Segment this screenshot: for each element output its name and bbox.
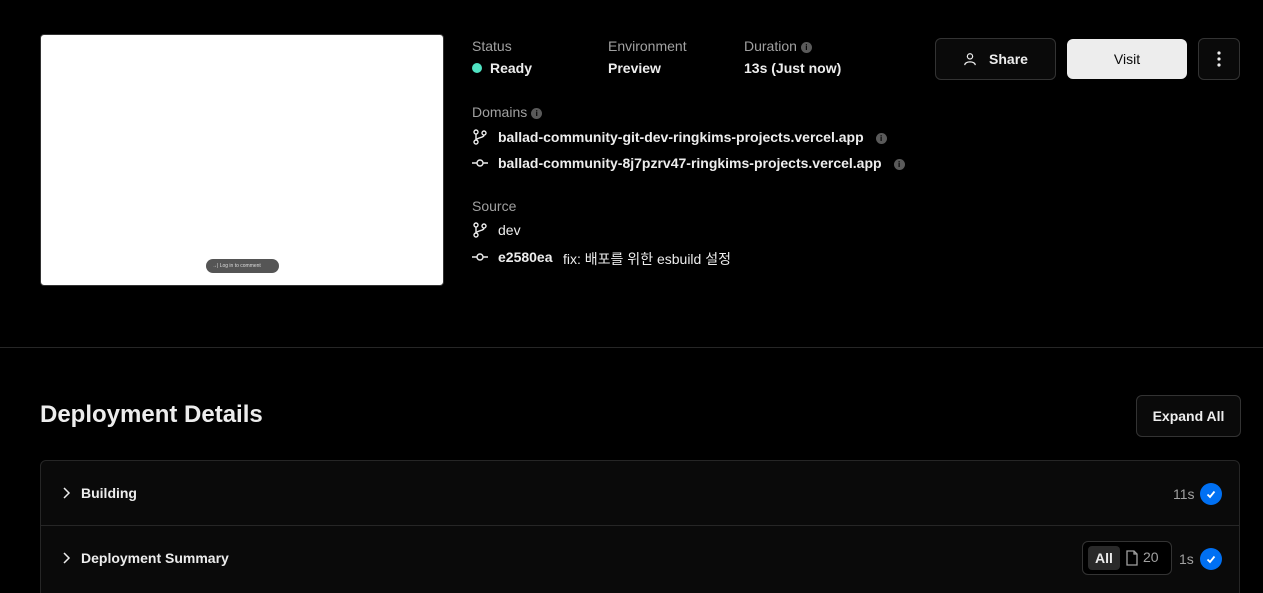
deployment-preview[interactable]: →| Log in to comment bbox=[40, 34, 444, 286]
environment-value: Preview bbox=[608, 60, 661, 76]
visit-button[interactable]: Visit bbox=[1067, 39, 1187, 79]
check-circle-icon bbox=[1200, 483, 1222, 505]
expand-all-button[interactable]: Expand All bbox=[1136, 395, 1241, 437]
row-label: Deployment Summary bbox=[81, 550, 229, 566]
more-options-button[interactable] bbox=[1198, 38, 1240, 80]
info-icon[interactable]: i bbox=[800, 42, 812, 53]
row-time: 11s bbox=[1173, 486, 1195, 502]
chevron-right-icon bbox=[63, 552, 71, 564]
status-label: Status bbox=[472, 38, 512, 54]
domain-url[interactable]: ballad-community-8j7pzrv47-ringkims-proj… bbox=[498, 155, 882, 171]
info-icon[interactable]: i bbox=[531, 108, 543, 119]
domains-label: Domains i bbox=[472, 104, 543, 120]
row-time: 1s bbox=[1179, 551, 1194, 567]
domains-label-text: Domains bbox=[472, 104, 528, 120]
comment-pill: →| Log in to comment bbox=[206, 259, 279, 273]
check-circle-icon bbox=[1200, 548, 1222, 570]
git-commit-icon bbox=[472, 159, 488, 167]
git-branch-icon bbox=[473, 222, 487, 238]
git-commit-icon bbox=[472, 253, 488, 261]
domain-link-commit[interactable]: ballad-community-8j7pzrv47-ringkims-proj… bbox=[498, 155, 905, 171]
file-icon[interactable] bbox=[1125, 550, 1139, 566]
status-dot bbox=[472, 63, 482, 73]
environment-label: Environment bbox=[608, 38, 687, 54]
share-button[interactable]: Share bbox=[935, 38, 1056, 80]
duration-label-text: Duration bbox=[744, 38, 797, 54]
info-icon[interactable]: i bbox=[875, 133, 887, 144]
duration-label: Duration i bbox=[744, 38, 812, 54]
file-count: 20 bbox=[1143, 549, 1159, 565]
source-commit-hash[interactable]: e2580ea bbox=[498, 249, 553, 265]
source-branch[interactable]: dev bbox=[498, 222, 521, 238]
deployment-details-title: Deployment Details bbox=[40, 401, 263, 428]
file-filter-toggle[interactable]: All 20 bbox=[1082, 541, 1172, 575]
git-branch-icon bbox=[473, 129, 487, 145]
domain-link-branch[interactable]: ballad-community-git-dev-ringkims-projec… bbox=[498, 129, 887, 145]
info-icon[interactable]: i bbox=[893, 159, 905, 170]
source-commit-message[interactable]: fix: 배포를 위한 esbuild 설정 bbox=[563, 249, 731, 269]
domain-url[interactable]: ballad-community-git-dev-ringkims-projec… bbox=[498, 129, 864, 145]
user-icon bbox=[964, 53, 976, 66]
duration-value: 13s (Just now) bbox=[744, 60, 842, 76]
chevron-right-icon bbox=[63, 487, 71, 499]
source-label: Source bbox=[472, 198, 517, 214]
details-row-deployment-summary[interactable]: Deployment Summary All 20 1s bbox=[41, 526, 1239, 591]
details-row-building[interactable]: Building 11s bbox=[41, 461, 1239, 526]
row-label: Building bbox=[81, 485, 137, 501]
filter-all-option[interactable]: All bbox=[1088, 546, 1120, 570]
share-label: Share bbox=[989, 51, 1028, 67]
more-vertical-icon bbox=[1217, 51, 1221, 67]
status-value: Ready bbox=[490, 60, 533, 76]
deployment-details-panel: Building 11s Deployment Summary All 20 1… bbox=[40, 460, 1240, 593]
section-divider bbox=[0, 347, 1263, 348]
